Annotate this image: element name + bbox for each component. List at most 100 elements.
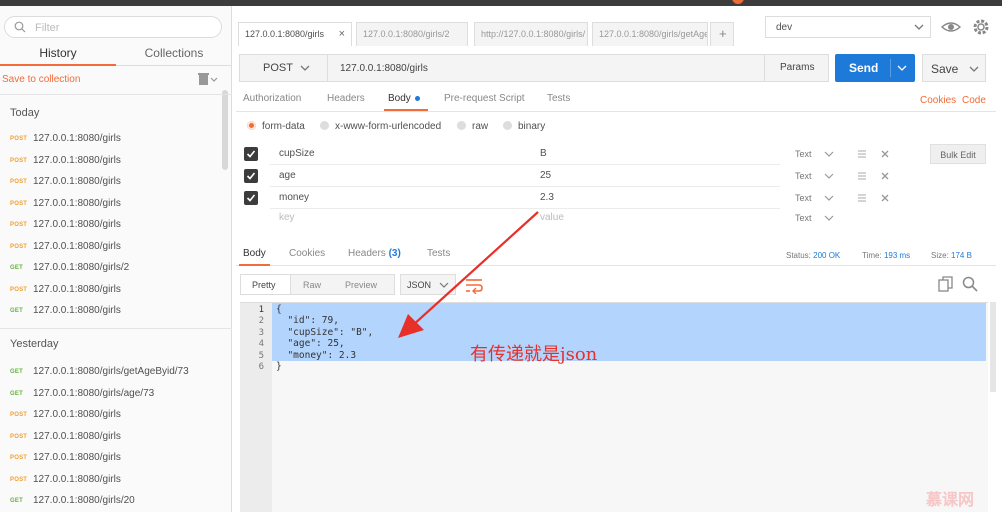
save-to-collection-link[interactable]: Save to collection (2, 74, 80, 85)
history-item[interactable]: POST 127.0.0.1:8080/girls (10, 197, 225, 213)
params-label: Params (780, 62, 815, 73)
history-url: 127.0.0.1:8080/girls (33, 154, 121, 166)
sidebar-tabs: History Collections (0, 44, 232, 66)
tab-authorization[interactable]: Authorization (243, 93, 301, 104)
type-select[interactable]: Text (795, 193, 812, 203)
close-icon[interactable]: × (339, 28, 345, 40)
history-item[interactable]: POST 127.0.0.1:8080/girls (10, 408, 225, 424)
eye-icon[interactable] (940, 18, 962, 36)
filter-input[interactable]: Filter (4, 16, 222, 38)
trash-icon[interactable] (198, 72, 218, 86)
row-checkbox[interactable] (244, 191, 258, 205)
request-tab-4[interactable]: 127.0.0.1:8080/girls/getAge (592, 22, 708, 46)
radio-raw[interactable]: raw (457, 121, 488, 132)
check-icon (246, 194, 256, 202)
request-tab-3[interactable]: http://127.0.0.1:8080/girls/ (474, 22, 588, 46)
size-label: Size: (931, 251, 949, 260)
history-item[interactable]: POST 127.0.0.1:8080/girls (10, 132, 225, 148)
history-item[interactable]: POST 127.0.0.1:8080/girls (10, 175, 225, 191)
send-label: Send (849, 61, 879, 75)
response-tab-cookies[interactable]: Cookies (289, 248, 325, 259)
history-item[interactable]: GET 127.0.0.1:8080/girls/20 (10, 494, 225, 510)
request-subtabs: Authorization Headers Body Pre-request S… (236, 90, 996, 112)
method-badge: GET (10, 265, 23, 271)
bulk-menu-icon[interactable] (857, 171, 867, 181)
bulk-menu-icon[interactable] (857, 193, 867, 203)
key-input[interactable]: money (279, 192, 309, 203)
key-input[interactable]: key (279, 212, 295, 223)
environment-select[interactable]: dev (765, 16, 931, 38)
history-item[interactable]: GET 127.0.0.1:8080/girls/getAgeByid/73 (10, 365, 225, 381)
type-select[interactable]: Text (795, 149, 812, 159)
chevron-down-icon[interactable] (897, 64, 907, 72)
history-item[interactable]: GET 127.0.0.1:8080/girls/2 (10, 261, 225, 277)
response-tab-tests[interactable]: Tests (427, 248, 450, 259)
bulk-menu-icon[interactable] (857, 149, 867, 159)
request-tab-2[interactable]: 127.0.0.1:8080/girls/2 (356, 22, 468, 46)
search-icon[interactable] (962, 276, 978, 292)
value-input[interactable]: B (540, 148, 547, 159)
tab-history[interactable]: History (0, 46, 116, 66)
annotation-text: 有传递就是json (470, 344, 598, 365)
tab-collections[interactable]: Collections (116, 46, 232, 60)
key-input[interactable]: cupSize (279, 148, 315, 159)
history-item[interactable]: POST 127.0.0.1:8080/girls (10, 283, 225, 299)
type-select[interactable]: Text (795, 213, 812, 223)
request-tab-1[interactable]: 127.0.0.1:8080/girls × (238, 22, 352, 46)
radio-form-data[interactable]: form-data (247, 121, 305, 132)
chevron-down-icon (914, 24, 924, 30)
history-item[interactable]: POST 127.0.0.1:8080/girls (10, 154, 225, 170)
method-select[interactable]: POST (240, 55, 328, 81)
method-badge: GET (10, 498, 23, 504)
response-tab-headers[interactable]: Headers (3) (348, 248, 401, 259)
tab-headers[interactable]: Headers (327, 93, 365, 104)
cookies-link[interactable]: Cookies (920, 95, 956, 106)
response-tab-body[interactable]: Body (239, 248, 270, 266)
history-item[interactable]: POST 127.0.0.1:8080/girls (10, 451, 225, 467)
params-button[interactable]: Params (764, 55, 828, 81)
wrap-lines-icon[interactable] (464, 276, 484, 294)
copy-icon[interactable] (938, 276, 954, 292)
bulk-edit-button[interactable]: Bulk Edit (930, 144, 986, 164)
row-checkbox[interactable] (244, 169, 258, 183)
tab-tests[interactable]: Tests (547, 93, 570, 104)
tab-body[interactable]: Body (384, 93, 428, 111)
history-item[interactable]: POST 127.0.0.1:8080/girls (10, 430, 225, 446)
value-input[interactable]: 2.3 (540, 192, 554, 203)
key-input[interactable]: age (279, 170, 296, 181)
status-label: Status: (786, 251, 811, 260)
radio-urlencoded[interactable]: x-www-form-urlencoded (320, 121, 441, 132)
editor-scrollbar[interactable] (990, 302, 996, 392)
save-button[interactable]: Save (922, 54, 986, 82)
new-tab-button[interactable]: + (710, 22, 734, 46)
value-input[interactable]: value (540, 212, 564, 223)
chevron-down-icon (824, 195, 834, 201)
history-item[interactable]: POST 127.0.0.1:8080/girls (10, 218, 225, 234)
format-pretty[interactable]: Pretty (252, 280, 276, 290)
format-preview[interactable]: Preview (345, 280, 377, 290)
form-row: money 2.3 Text (240, 187, 900, 209)
delete-row-icon[interactable] (880, 149, 890, 159)
radio-binary[interactable]: binary (503, 121, 545, 132)
history-item[interactable]: POST 127.0.0.1:8080/girls (10, 473, 225, 489)
value-input[interactable]: 25 (540, 170, 551, 181)
row-checkbox[interactable] (244, 147, 258, 161)
method-badge: POST (10, 412, 28, 418)
send-button[interactable]: Send (835, 54, 915, 82)
response-body-editor[interactable]: 1 {2 "id": 79, 3 "cupSize": "B", 4 "age": 2… (240, 302, 988, 512)
history-item[interactable]: POST 127.0.0.1:8080/girls (10, 240, 225, 256)
history-item[interactable]: GET 127.0.0.1:8080/girls/age/73 (10, 387, 225, 403)
form-row: age 25 Text (240, 165, 900, 187)
tab-pre-request-script[interactable]: Pre-request Script (444, 93, 525, 104)
request-tab-label: http://127.0.0.1:8080/girls/ (481, 29, 586, 39)
radio-label: form-data (262, 121, 305, 132)
history-item[interactable]: GET 127.0.0.1:8080/girls (10, 304, 225, 320)
code-link[interactable]: Code (962, 95, 986, 106)
gear-icon[interactable] (970, 16, 992, 38)
format-raw[interactable]: Raw (303, 280, 321, 290)
language-select[interactable]: JSON (400, 274, 456, 295)
type-select[interactable]: Text (795, 171, 812, 181)
delete-row-icon[interactable] (880, 171, 890, 181)
url-input[interactable]: 127.0.0.1:8080/girls (340, 63, 428, 74)
delete-row-icon[interactable] (880, 193, 890, 203)
